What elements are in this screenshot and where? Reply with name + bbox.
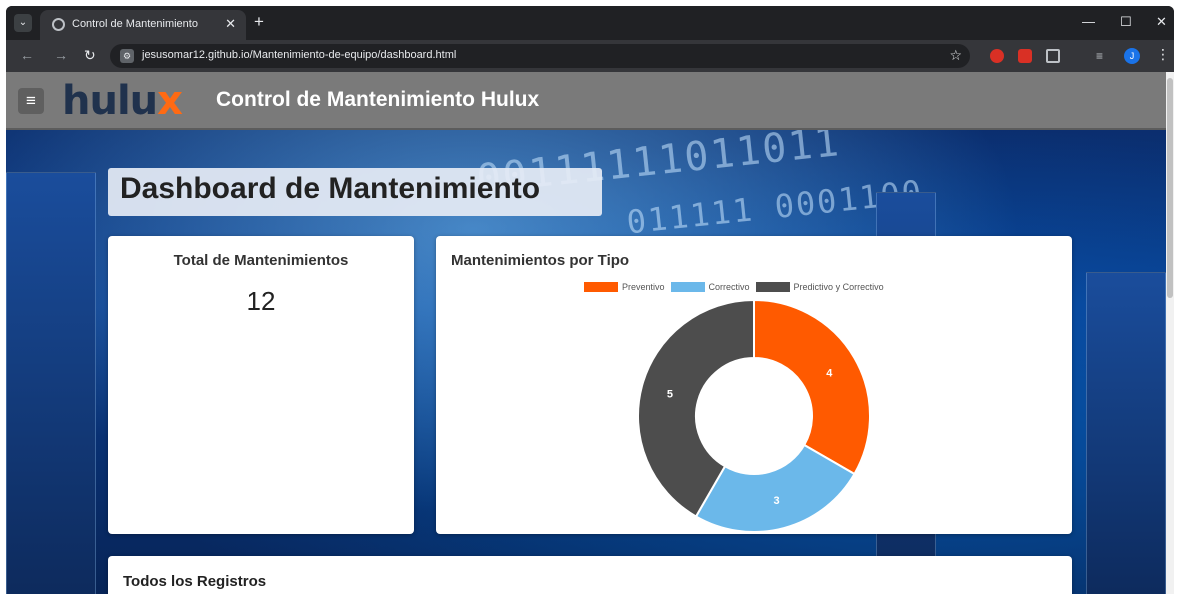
maximize-icon[interactable]: ☐ <box>1120 14 1132 30</box>
page-title: Dashboard de Mantenimiento <box>120 172 541 205</box>
page-scrollbar[interactable] <box>1166 72 1174 594</box>
doughnut-chart: 4 3 5 <box>637 298 871 532</box>
legend-label: Correctivo <box>708 282 750 292</box>
legend-item[interactable]: Correctivo <box>670 282 750 292</box>
browser-menu-icon[interactable]: ⋮ <box>1156 46 1170 63</box>
total-maintenance-card: Total de Mantenimientos 12 <box>108 236 414 534</box>
total-card-value: 12 <box>246 286 276 316</box>
donut-slice-preventivo[interactable] <box>753 298 871 476</box>
slice-value-label: 3 <box>773 495 779 507</box>
all-records-card: Todos los Registros <box>108 556 1072 594</box>
maintenance-by-type-card: Mantenimientos por Tipo Preventivo Correc… <box>436 236 1072 534</box>
page-viewport: 00111111011011 011111 0001100 ≡ hulux Co… <box>6 72 1174 594</box>
legend-label: Predictivo y Correctivo <box>793 282 884 292</box>
extension-record-icon[interactable] <box>1018 49 1032 63</box>
chart-card-title: Mantenimientos por Tipo <box>451 252 630 269</box>
app-title: Control de Mantenimiento Hulux <box>216 88 540 111</box>
media-controls-icon[interactable]: ≡ <box>1096 49 1110 63</box>
browser-tab[interactable]: Control de Mantenimiento ✕ <box>40 10 246 40</box>
scrollbar-thumb[interactable] <box>1167 78 1173 298</box>
site-info-icon[interactable]: ⚙ <box>120 49 134 63</box>
legend-label: Preventivo <box>622 282 665 292</box>
legend-item[interactable]: Predictivo y Correctivo <box>755 282 884 292</box>
back-icon[interactable]: ← <box>20 47 34 63</box>
browser-window: ⌄ Control de Mantenimiento ✕ + — ☐ ✕ ← →… <box>6 6 1174 594</box>
extensions-puzzle-icon[interactable] <box>1046 49 1060 63</box>
tab-strip: ⌄ Control de Mantenimiento ✕ + — ☐ ✕ <box>6 6 1174 40</box>
url-text: jesusomar12.github.io/Mantenimiento-de-e… <box>142 49 457 61</box>
legend-item[interactable]: Preventivo <box>584 282 665 292</box>
bookmark-star-icon[interactable]: ☆ <box>949 47 962 64</box>
total-card-title: Total de Mantenimientos <box>173 252 349 269</box>
reload-icon[interactable]: ↻ <box>84 47 96 64</box>
tab-title: Control de Mantenimiento <box>72 18 198 30</box>
background-building <box>1086 272 1166 594</box>
hulux-logo[interactable]: hulux <box>62 78 183 124</box>
slice-value-label: 4 <box>826 368 833 380</box>
close-window-icon[interactable]: ✕ <box>1156 14 1167 30</box>
dashboard-title-box: Dashboard de Mantenimiento <box>108 168 602 216</box>
hamburger-menu-icon[interactable]: ≡ <box>18 88 44 114</box>
logo-text: hulu <box>62 78 158 124</box>
records-card-title: Todos los Registros <box>123 573 267 590</box>
chart-legend: Preventivo Correctivo Predictivo y Correct… <box>584 280 884 294</box>
legend-swatch <box>670 282 705 292</box>
browser-toolbar: ← → ↻ ⚙ jesusomar12.github.io/Mantenimie… <box>6 40 1174 72</box>
new-tab-icon[interactable]: + <box>254 12 264 32</box>
minimize-icon[interactable]: — <box>1082 14 1095 29</box>
extension-red-icon[interactable] <box>990 49 1004 63</box>
tab-search-icon[interactable]: ⌄ <box>14 14 32 32</box>
slice-value-label: 5 <box>667 388 673 400</box>
app-header: ≡ hulux Control de Mantenimiento Hulux <box>6 72 1166 130</box>
address-bar[interactable]: ⚙ jesusomar12.github.io/Mantenimiento-de… <box>110 44 970 68</box>
forward-icon[interactable]: → <box>54 47 68 63</box>
background-building <box>6 172 96 594</box>
legend-swatch <box>584 282 618 292</box>
globe-icon <box>52 18 65 31</box>
tab-close-icon[interactable]: ✕ <box>225 16 236 32</box>
logo-accent: x <box>157 78 183 124</box>
legend-swatch <box>755 282 790 292</box>
profile-avatar[interactable]: J <box>1124 48 1140 64</box>
